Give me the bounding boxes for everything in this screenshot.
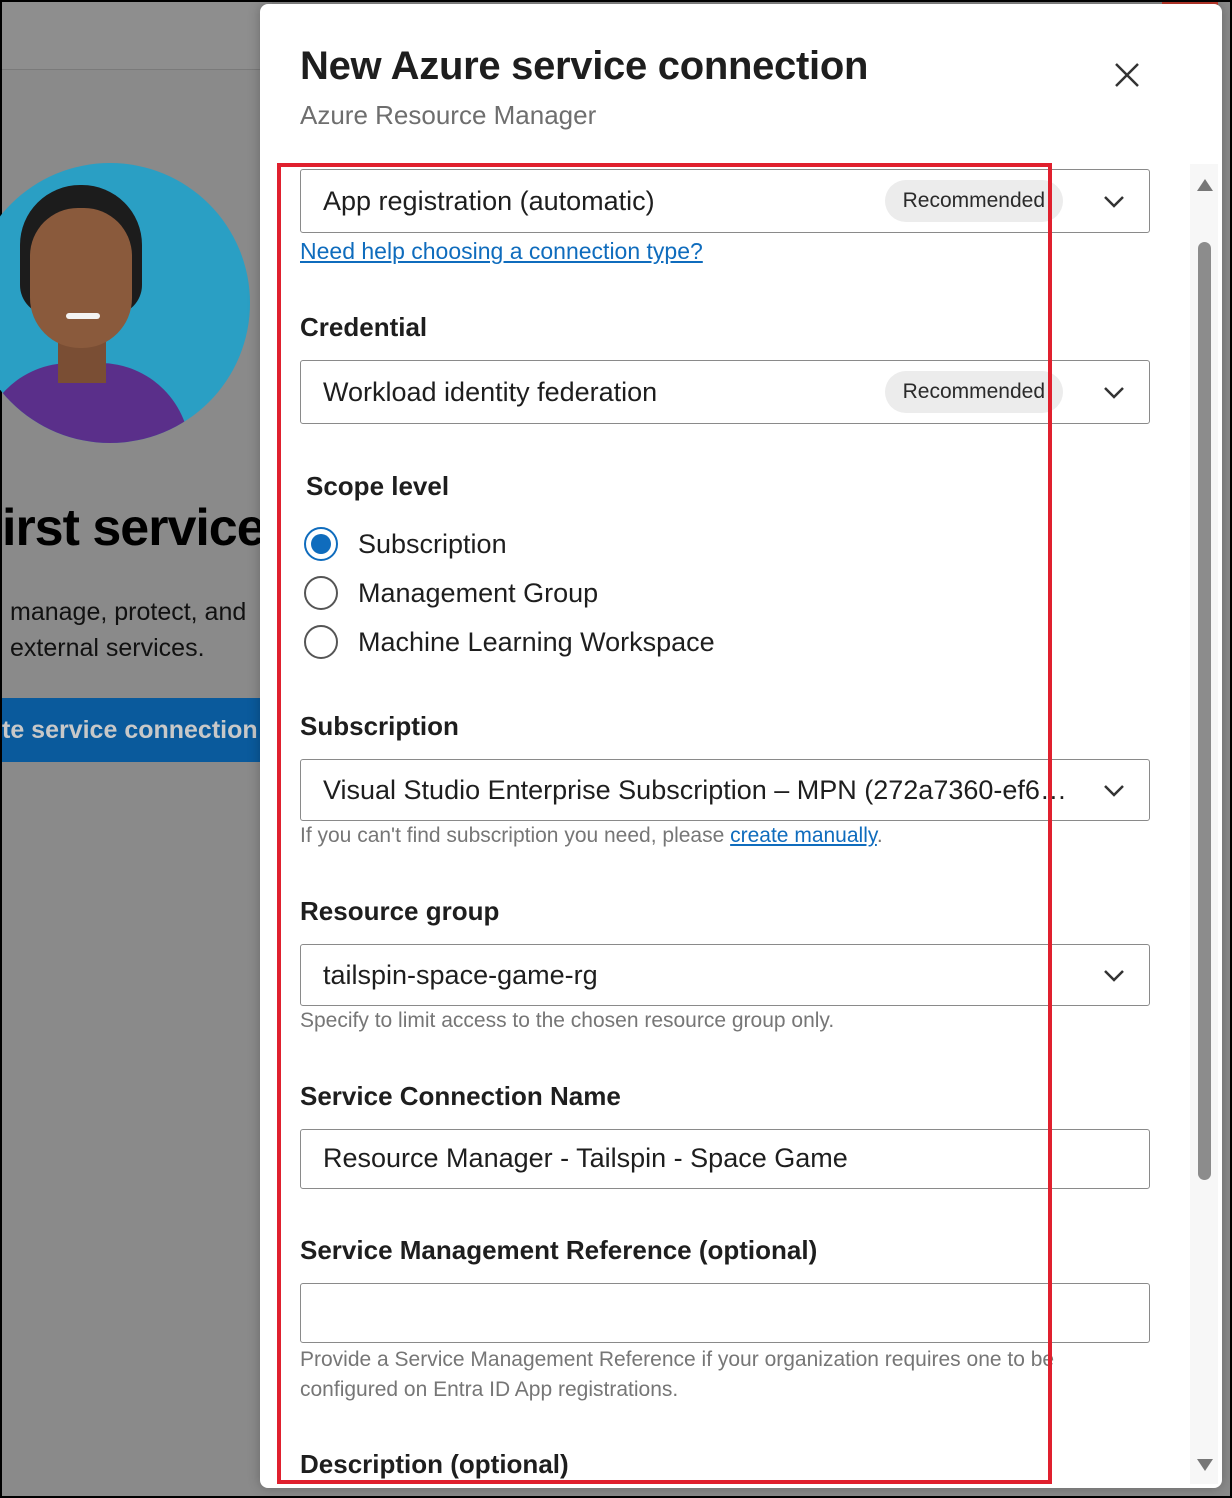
chevron-down-icon	[1104, 196, 1124, 208]
chevron-down-icon	[1104, 785, 1124, 797]
create-service-connection-button[interactable]: te service connection	[2, 698, 264, 762]
panel-title: New Azure service connection	[300, 44, 869, 88]
radio-label: Management Group	[358, 577, 599, 608]
identity-type-dropdown[interactable]: App registration (automatic) Recommended	[300, 169, 1150, 233]
scroll-down-arrow-icon[interactable]	[1196, 1458, 1214, 1472]
description-label: Description (optional)	[300, 1449, 569, 1479]
identity-type-value: App registration (automatic)	[323, 185, 655, 216]
background-topbar	[2, 2, 272, 70]
service-management-reference-label: Service Management Reference (optional)	[300, 1235, 818, 1265]
scope-option-subscription[interactable]: Subscription	[304, 524, 507, 564]
connection-type-help: Need help choosing a connection type?	[300, 238, 703, 265]
service-management-reference-input[interactable]	[300, 1283, 1150, 1343]
scrollbar-thumb[interactable]	[1198, 242, 1211, 1180]
avatar-illustration	[0, 163, 250, 443]
resource-group-value: tailspin-space-game-rg	[323, 959, 598, 990]
subscription-dropdown[interactable]: Visual Studio Enterprise Subscription – …	[300, 759, 1150, 821]
recommended-badge: Recommended	[884, 180, 1063, 222]
resource-group-dropdown[interactable]: tailspin-space-game-rg	[300, 944, 1150, 1006]
subscription-help: If you can't find subscription you need,…	[300, 824, 883, 848]
panel-scrollbar[interactable]	[1190, 164, 1218, 1484]
new-service-connection-panel: New Azure service connection Azure Resou…	[260, 4, 1222, 1488]
radio-unchecked-icon[interactable]	[304, 625, 338, 659]
scope-option-ml-workspace[interactable]: Machine Learning Workspace	[304, 622, 715, 662]
background-text-line2: external services.	[10, 634, 205, 662]
close-icon	[1115, 63, 1139, 87]
radio-label: Subscription	[358, 528, 507, 559]
credential-value: Workload identity federation	[323, 376, 658, 407]
scope-option-management-group[interactable]: Management Group	[304, 573, 598, 613]
recommended-badge: Recommended	[884, 371, 1063, 413]
subscription-value: Visual Studio Enterprise Subscription – …	[323, 774, 1067, 805]
scope-level-label: Scope level	[306, 471, 450, 501]
service-connection-name-label: Service Connection Name	[300, 1081, 621, 1111]
service-connection-name-input[interactable]: Resource Manager - Tailspin - Space Game	[300, 1129, 1150, 1189]
chevron-down-icon	[1104, 387, 1124, 399]
subscription-help-suffix: .	[876, 824, 883, 847]
radio-checked-icon[interactable]	[304, 527, 338, 561]
radio-label: Machine Learning Workspace	[358, 626, 715, 657]
credential-label: Credential	[300, 312, 428, 342]
subscription-label: Subscription	[300, 711, 459, 741]
panel-subtitle: Azure Resource Manager	[300, 100, 597, 130]
create-manually-link[interactable]: create manually	[730, 824, 877, 847]
background-heading: irst service	[2, 499, 264, 557]
close-button[interactable]	[1110, 58, 1144, 92]
resource-group-help: Specify to limit access to the chosen re…	[300, 1009, 835, 1032]
resource-group-label: Resource group	[300, 896, 500, 926]
connection-type-help-link[interactable]: Need help choosing a connection type?	[300, 238, 703, 264]
chevron-down-icon	[1104, 970, 1124, 982]
subscription-help-text: If you can't find subscription you need,…	[300, 824, 731, 847]
scroll-up-arrow-icon[interactable]	[1196, 178, 1214, 192]
credential-dropdown[interactable]: Workload identity federation Recommended	[300, 360, 1150, 424]
service-management-reference-help: Provide a Service Management Reference i…	[300, 1348, 1055, 1401]
radio-unchecked-icon[interactable]	[304, 576, 338, 610]
background-text-line1: manage, protect, and	[10, 598, 247, 626]
